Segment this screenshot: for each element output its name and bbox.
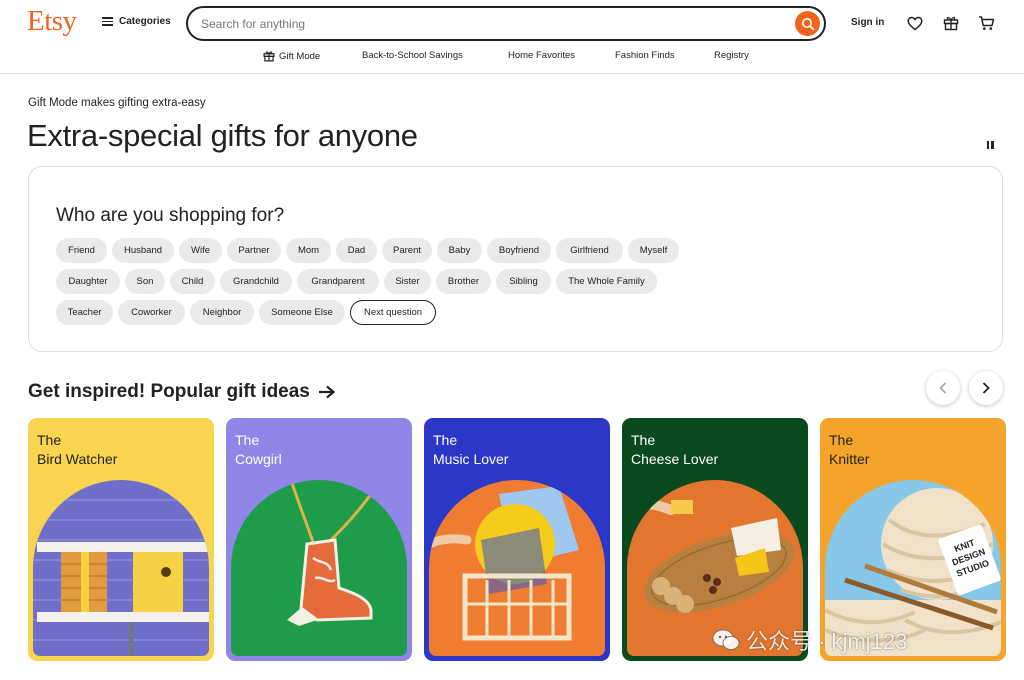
arrow-right-icon [318,385,336,399]
gift-ideas-title: Get inspired! Popular gift ideas [28,381,310,402]
card-label-line1: The [829,432,854,448]
chip-someone-else[interactable]: Someone Else [259,300,345,325]
chip-coworker[interactable]: Coworker [118,300,185,325]
search-bar [186,6,826,41]
pause-icon [986,141,989,149]
cart-icon [978,16,994,30]
card-label-line2: Cheese Lover [631,451,719,467]
cart-button[interactable] [976,13,996,33]
nav-fashion-finds[interactable]: Fashion Finds [615,50,675,61]
gift-card-cowgirl[interactable]: The Cowgirl [226,418,412,661]
chip-son[interactable]: Son [125,269,165,294]
recipient-quiz: Who are you shopping for? Friend Husband… [28,166,1003,352]
card-label: The Cheese Lover [631,431,718,469]
pause-icon-bar [991,141,994,149]
chip-wife[interactable]: Wife [179,238,222,263]
chip-child[interactable]: Child [170,269,215,294]
chip-friend[interactable]: Friend [56,238,107,263]
nav-home-favorites[interactable]: Home Favorites [508,50,575,61]
quiz-title: Who are you shopping for? [56,205,285,226]
chip-brother[interactable]: Brother [436,269,491,294]
top-nav: Gift Mode Back-to-School Savings Home Fa… [0,50,1024,64]
gift-card-bird-watcher[interactable]: The Bird Watcher [28,418,214,661]
wechat-icon [712,629,740,650]
chip-grandparent[interactable]: Grandparent [297,269,379,294]
card-label: The Cowgirl [235,431,282,469]
gift-card-music-lover[interactable]: The Music Lover [424,418,610,661]
chip-dad[interactable]: Dad [336,238,377,263]
sign-in-link[interactable]: Sign in [851,17,884,28]
card-label-line1: The [631,432,656,448]
nav-back-to-school[interactable]: Back-to-School Savings [362,50,463,61]
chip-daughter[interactable]: Daughter [56,269,120,294]
menu-icon [102,17,113,26]
chip-teacher[interactable]: Teacher [56,300,113,325]
card-label-line2: Music Lover [433,451,509,467]
gift-mode-button[interactable] [941,13,961,33]
chip-partner[interactable]: Partner [227,238,281,263]
hero-title: Extra-special gifts for anyone [27,118,418,153]
categories-button[interactable]: Categories [102,16,171,27]
card-label: The Music Lover [433,431,508,469]
record-crate-image [429,480,605,656]
watermark: 公众号 · kjmj123 [712,624,907,656]
card-label-line1: The [37,432,62,448]
chevron-right-icon [982,382,990,394]
chip-husband[interactable]: Husband [112,238,174,263]
chevron-left-icon [939,382,947,394]
categories-label: Categories [119,16,171,27]
pause-button[interactable] [984,139,996,151]
chip-mom[interactable]: Mom [286,238,331,263]
carousel-prev-button[interactable] [926,371,960,405]
chip-whole-family[interactable]: The Whole Family [556,269,657,294]
card-label-line1: The [433,432,458,448]
search-input[interactable] [201,16,761,31]
chip-grandchild[interactable]: Grandchild [220,269,292,294]
cowboy-boot-necklace-image [231,480,407,656]
chip-parent[interactable]: Parent [382,238,432,263]
etsy-logo[interactable]: Etsy [27,5,77,38]
gift-ideas-heading[interactable]: Get inspired! Popular gift ideas [28,381,336,403]
gift-icon [263,51,275,62]
chip-myself[interactable]: Myself [628,238,679,263]
site-header: Etsy Categories Sign in [0,0,1024,74]
chip-baby[interactable]: Baby [437,238,482,263]
search-button[interactable] [795,11,820,36]
chip-sibling[interactable]: Sibling [496,269,551,294]
nav-registry[interactable]: Registry [714,50,749,61]
gift-icon [943,16,959,31]
chip-boyfriend[interactable]: Boyfriend [487,238,551,263]
chip-girlfriend[interactable]: Girlfriend [556,238,623,263]
birdhouse-image [33,480,209,656]
nav-gift-mode[interactable]: Gift Mode [263,50,320,62]
search-icon [801,17,814,30]
card-label-line1: The [235,432,260,448]
card-label-line2: Knitter [829,451,870,467]
card-label-line2: Cowgirl [235,451,282,467]
heart-icon [907,16,923,30]
chip-neighbor[interactable]: Neighbor [190,300,254,325]
card-label-line2: Bird Watcher [37,451,118,467]
carousel-next-button[interactable] [969,371,1003,405]
watermark-text: 公众号 · kjmj123 [746,629,908,654]
card-label: The Bird Watcher [37,431,117,469]
next-question-button[interactable]: Next question [350,300,436,325]
chip-sister[interactable]: Sister [384,269,431,294]
favorites-button[interactable] [905,13,925,33]
nav-label: Gift Mode [279,50,321,62]
hero-subtitle: Gift Mode makes gifting extra-easy [28,97,206,109]
card-label: The Knitter [829,431,869,469]
